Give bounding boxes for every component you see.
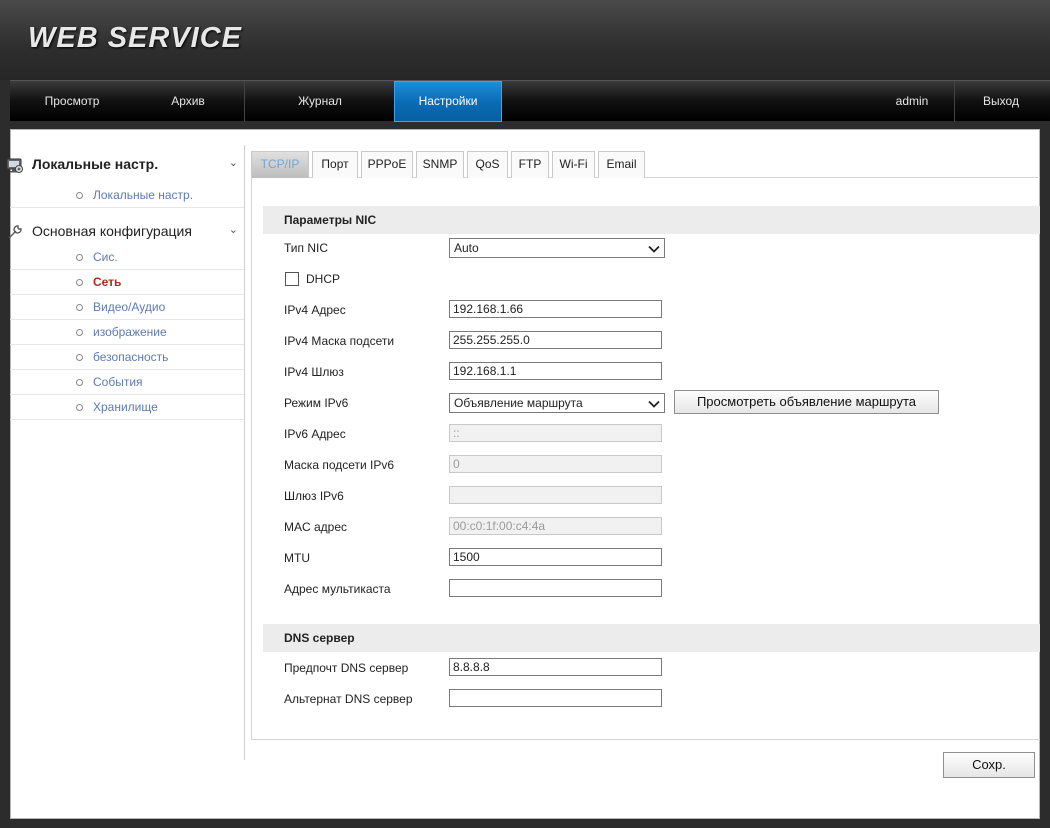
nav-playback[interactable]: Архив — [134, 81, 242, 122]
save-button[interactable]: Сохр. — [943, 752, 1035, 778]
alternate-dns-label: Альтернат DNS сервер — [284, 692, 413, 706]
ipv4-gateway-label: IPv4 Шлюз — [284, 365, 344, 379]
nic-section-title: Параметры NIC — [263, 206, 1040, 234]
tab-wifi[interactable]: Wi-Fi — [552, 151, 595, 178]
logout-button[interactable]: Выход — [956, 81, 1046, 122]
ipv6-gateway-label: Шлюз IPv6 — [284, 489, 344, 503]
sidebar-item-image[interactable]: изображение — [10, 320, 244, 345]
sidebar-item-label: Локальные настр. — [93, 188, 194, 202]
sidebar-item-network[interactable]: Сеть — [10, 270, 244, 295]
app-header: WEB SERVICE — [0, 0, 1050, 80]
monitor-icon — [6, 156, 24, 174]
wrench-icon — [6, 223, 24, 241]
dhcp-checkbox[interactable] — [285, 272, 299, 286]
chevron-down-icon: ⌄ — [228, 224, 238, 236]
chevron-down-icon: ⌄ — [228, 157, 238, 169]
bullet-icon — [76, 404, 83, 411]
mtu-label: MTU — [284, 551, 310, 565]
sidebar-item-label: События — [93, 375, 143, 389]
sidebar-item-label: изображение — [93, 325, 167, 339]
sidebar-item-label: Сис. — [93, 250, 118, 264]
ipv4-address-field[interactable] — [449, 300, 662, 318]
ipv6-mode-label: Режим IPv6 — [284, 396, 349, 410]
preferred-dns-label: Предпочт DNS сервер — [284, 661, 409, 675]
ipv4-gateway-field[interactable] — [449, 362, 662, 380]
sidebar-item-label: Видео/Аудио — [93, 300, 166, 314]
nav-log[interactable]: Журнал — [246, 81, 394, 122]
ipv4-address-label: IPv4 Адрес — [284, 303, 346, 317]
app-logo: WEB SERVICE — [28, 22, 243, 54]
sidebar-group-basic[interactable]: Основная конфигурация ⌄ — [8, 219, 244, 245]
sidebar-group-label: Локальные настр. — [32, 156, 159, 172]
preferred-dns-field[interactable] — [449, 658, 662, 676]
sidebar-item-storage[interactable]: Хранилище — [10, 395, 244, 420]
sidebar-item-label: Сеть — [93, 275, 122, 289]
tab-ftp[interactable]: FTP — [511, 151, 549, 178]
nav-divider — [954, 81, 955, 122]
tab-snmp[interactable]: SNMP — [416, 151, 464, 178]
ipv6-address-label: IPv6 Адрес — [284, 427, 346, 441]
multicast-field[interactable] — [449, 579, 662, 597]
nav-live-view[interactable]: Просмотр — [10, 81, 134, 122]
bullet-icon — [76, 379, 83, 386]
ipv6-mode-value: Объявление маршрута — [454, 396, 583, 410]
sidebar-item-local[interactable]: Локальные настр. — [10, 183, 244, 208]
chevron-down-icon — [648, 397, 660, 409]
view-route-advertisement-button[interactable]: Просмотреть объявление маршрута — [674, 390, 939, 414]
chevron-down-icon — [648, 242, 660, 254]
sidebar-item-label: безопасность — [93, 350, 169, 364]
sidebar-item-label: Хранилище — [93, 400, 158, 414]
mac-address-field — [449, 517, 662, 535]
nav-configuration[interactable]: Настройки — [394, 81, 502, 122]
sidebar-item-security[interactable]: безопасность — [10, 345, 244, 370]
tab-port[interactable]: Порт — [312, 151, 358, 178]
alternate-dns-field[interactable] — [449, 689, 662, 707]
ipv6-mask-field — [449, 455, 662, 473]
nic-type-select[interactable]: Auto — [449, 238, 665, 258]
sidebar-item-events[interactable]: События — [10, 370, 244, 395]
ipv6-gateway-field — [449, 486, 662, 504]
mtu-field[interactable] — [449, 548, 662, 566]
nic-type-label: Тип NIC — [284, 241, 329, 255]
ipv6-mode-select[interactable]: Объявление маршрута — [449, 393, 665, 413]
bullet-icon — [76, 329, 83, 336]
tab-pppoe[interactable]: PPPoE — [361, 151, 413, 178]
bullet-icon — [76, 279, 83, 286]
sidebar-item-video-audio[interactable]: Видео/Аудио — [10, 295, 244, 320]
ipv4-mask-field[interactable] — [449, 331, 662, 349]
tab-qos[interactable]: QoS — [467, 151, 508, 178]
sidebar-group-local[interactable]: Локальные настр. ⌄ — [6, 152, 244, 178]
bullet-icon — [76, 354, 83, 361]
ipv6-mask-label: Маска подсети IPv6 — [284, 458, 395, 472]
top-nav: Просмотр Архив Журнал Настройки admin Вы… — [10, 80, 1050, 122]
multicast-label: Адрес мультикаста — [284, 582, 391, 596]
bullet-icon — [76, 192, 83, 199]
ipv4-mask-label: IPv4 Маска подсети — [284, 334, 395, 348]
dhcp-label: DHCP — [306, 272, 341, 286]
ipv6-address-field — [449, 424, 662, 442]
sidebar-item-system[interactable]: Сис. — [10, 245, 244, 270]
sidebar-group-label: Основная конфигурация — [32, 223, 192, 239]
tab-email[interactable]: Email — [598, 151, 645, 178]
mac-address-label: MAC адрес — [284, 520, 348, 534]
nic-type-value: Auto — [454, 241, 479, 255]
tab-tcpip[interactable]: TCP/IP — [251, 151, 309, 178]
bullet-icon — [76, 254, 83, 261]
nav-username: admin — [895, 94, 929, 108]
nav-divider — [244, 81, 245, 122]
dns-section-title: DNS сервер — [263, 624, 1040, 652]
bullet-icon — [76, 304, 83, 311]
